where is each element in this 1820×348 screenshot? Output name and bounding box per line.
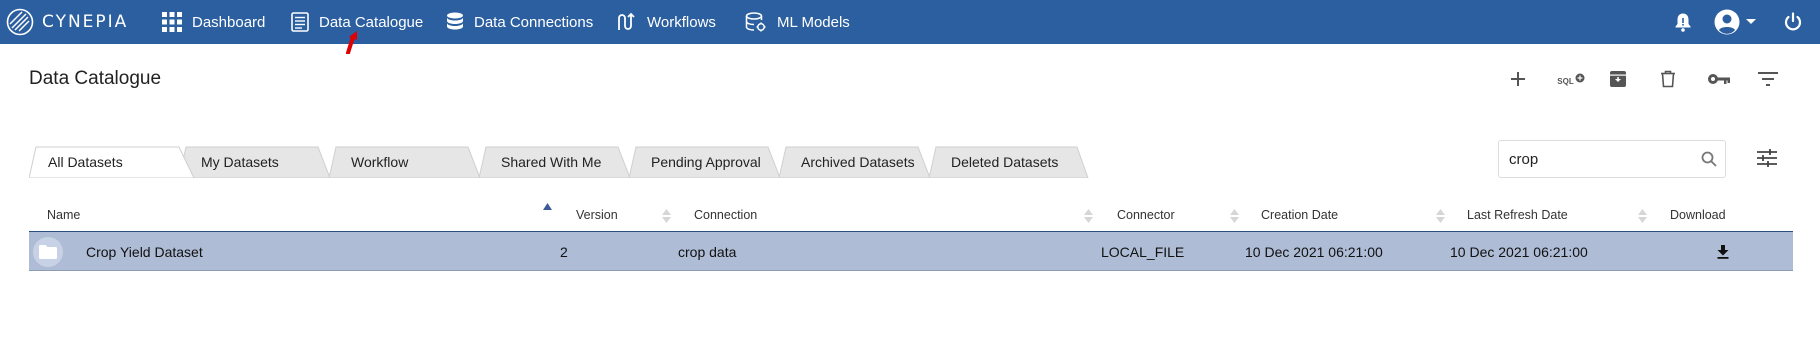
column-header-version[interactable]: Version [576, 198, 618, 232]
archive-icon [1610, 71, 1626, 87]
nav-workflows[interactable]: Workflows [617, 0, 716, 44]
cell-version: 2 [560, 243, 568, 260]
brand-logo[interactable]: CYNEPIA [6, 5, 128, 39]
add-button[interactable] [1505, 66, 1531, 92]
sql-label: SQL [1557, 76, 1574, 86]
nav-workflows-label: Workflows [647, 13, 716, 31]
notifications-button[interactable] [1674, 0, 1692, 44]
key-button[interactable] [1704, 66, 1734, 92]
logout-button[interactable] [1783, 0, 1803, 44]
sql-add-icon: SQL [1557, 73, 1585, 86]
sort-icon[interactable] [1638, 209, 1647, 223]
nav-ml-models[interactable]: ML Models [745, 0, 850, 44]
key-icon [1708, 74, 1730, 84]
delete-button[interactable] [1655, 66, 1681, 92]
tab-label: Pending Approval [651, 154, 761, 170]
nav-data-catalogue-label: Data Catalogue [319, 13, 424, 31]
tab-label: Shared With Me [501, 154, 602, 170]
tab-label: My Datasets [201, 154, 279, 170]
column-label: Creation Date [1261, 208, 1339, 222]
database-icon [447, 12, 463, 30]
page-title: Data Catalogue [29, 68, 162, 89]
column-header-creation-date[interactable]: Creation Date [1261, 198, 1338, 232]
add-sql-button[interactable]: SQL [1555, 66, 1587, 92]
column-label: Name [47, 208, 81, 222]
nav-data-connections-label: Data Connections [474, 13, 594, 31]
table-row[interactable]: Crop Yield Dataset 2 crop data LOCAL_FIL… [29, 232, 1793, 271]
user-account-icon [1714, 9, 1740, 35]
nav-data-connections[interactable]: Data Connections [446, 0, 593, 44]
brand-name: CYNEPIA [42, 12, 129, 32]
tab-label: Deleted Datasets [951, 154, 1059, 170]
sort-icon[interactable] [1084, 209, 1093, 223]
cell-last-refresh-date: 10 Dec 2021 06:21:00 [1450, 243, 1588, 260]
archive-button[interactable] [1605, 66, 1631, 92]
workflow-icon [618, 12, 635, 30]
nav-ml-models-label: ML Models [777, 13, 850, 31]
cynepia-logo-icon [6, 8, 34, 36]
tune-icon [1757, 149, 1777, 167]
download-button[interactable] [1717, 232, 1729, 271]
search-icon[interactable] [1701, 151, 1717, 167]
column-label: Connection [694, 208, 758, 222]
tab-label: All Datasets [48, 154, 123, 170]
top-navbar: CYNEPIA Dashboard Data Catalogue Data Co… [0, 0, 1820, 44]
tab-workflow[interactable]: Workflow [329, 146, 480, 178]
chevron-down-icon [1746, 19, 1756, 24]
sort-icon[interactable] [662, 209, 671, 223]
filter-button[interactable] [1755, 66, 1781, 92]
add-icon [1511, 72, 1525, 86]
download-icon [1717, 244, 1729, 259]
tab-all-datasets[interactable]: All Datasets [29, 146, 194, 178]
annotation-arrow-icon [346, 31, 357, 54]
column-label: Version [576, 208, 618, 222]
notification-bell-icon [1675, 13, 1691, 32]
power-icon [1784, 12, 1802, 31]
tab-label: Archived Datasets [801, 154, 915, 170]
sort-ascending-icon[interactable] [543, 203, 552, 210]
grid-icon [162, 12, 182, 32]
nav-dashboard[interactable]: Dashboard [162, 0, 265, 44]
filter-list-icon [1758, 72, 1778, 86]
column-header-download: Download [1670, 198, 1726, 232]
document-list-icon [291, 12, 309, 32]
column-header-connection[interactable]: Connection [694, 198, 757, 232]
user-account-menu[interactable] [1714, 0, 1756, 44]
delete-icon [1661, 70, 1675, 88]
cell-connector: LOCAL_FILE [1101, 243, 1185, 260]
column-header-connector[interactable]: Connector [1117, 198, 1175, 232]
column-header-last-refresh-date[interactable]: Last Refresh Date [1467, 198, 1568, 232]
column-label: Connector [1117, 208, 1175, 222]
datasets-table: Name Version Connection Connector Creati… [29, 198, 1793, 271]
ml-database-icon [745, 12, 766, 32]
tab-pending-approval[interactable]: Pending Approval [629, 146, 780, 178]
nav-dashboard-label: Dashboard [192, 13, 266, 31]
tab-shared-with-me[interactable]: Shared With Me [479, 146, 630, 178]
cell-creation-date: 10 Dec 2021 06:21:00 [1245, 243, 1383, 260]
column-settings-button[interactable] [1754, 145, 1780, 171]
tab-archived-datasets[interactable]: Archived Datasets [779, 146, 930, 178]
tab-my-datasets[interactable]: My Datasets [179, 146, 330, 178]
tab-deleted-datasets[interactable]: Deleted Datasets [929, 146, 1089, 178]
sort-icon[interactable] [1230, 209, 1239, 223]
search-field[interactable] [1498, 140, 1726, 178]
folder-icon [33, 237, 63, 267]
table-header: Name Version Connection Connector Creati… [29, 198, 1793, 232]
tab-label: Workflow [351, 154, 409, 170]
sort-icon[interactable] [1436, 209, 1445, 223]
column-label: Last Refresh Date [1467, 208, 1568, 222]
column-label: Download [1670, 208, 1726, 222]
cell-name[interactable]: Crop Yield Dataset [86, 232, 203, 271]
search-input[interactable] [1509, 150, 1699, 168]
cell-connection: crop data [678, 243, 737, 260]
column-header-name[interactable]: Name [47, 198, 80, 232]
